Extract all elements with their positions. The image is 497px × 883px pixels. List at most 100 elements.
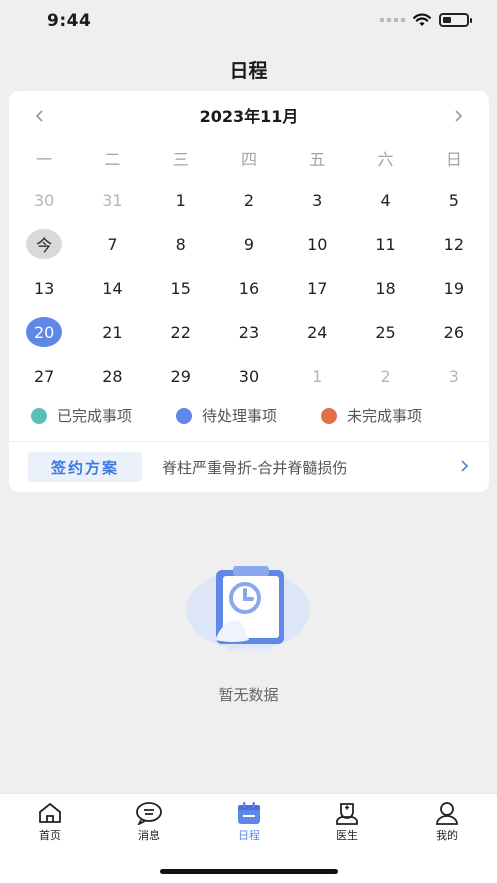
calendar-day-label: 9	[243, 234, 255, 254]
chevron-right-icon	[455, 110, 463, 122]
plan-tag: 签约方案	[28, 452, 142, 482]
tab-label: 首页	[39, 829, 61, 842]
calendar-day[interactable]: 7	[78, 222, 146, 266]
calendar-day[interactable]: 24	[283, 310, 351, 354]
weekday-label: 五	[309, 150, 326, 169]
calendar-day[interactable]: 18	[351, 266, 419, 310]
month-label: 2023年11月	[199, 107, 299, 126]
calendar-day[interactable]: 31	[78, 178, 146, 222]
calendar-day-label: 2	[380, 366, 391, 386]
calendar-week: 30 31 1 2 3 4 5	[10, 178, 488, 222]
calendar-week: 今 7 8 9 10 11 12	[10, 222, 488, 266]
calendar-day-label: 1	[175, 190, 186, 210]
calendar-day[interactable]: 29	[147, 354, 215, 398]
calendar-day-label: 14	[102, 278, 123, 298]
calendar-day[interactable]: 30	[215, 354, 283, 398]
calendar-day-label: 13	[33, 278, 55, 298]
tab-profile[interactable]: 我的	[417, 801, 477, 843]
calendar-day[interactable]: 15	[147, 266, 215, 310]
calendar-day[interactable]: 3	[283, 178, 351, 222]
calendar-day[interactable]: 10	[283, 222, 351, 266]
calendar-day-label: 8	[175, 234, 186, 254]
divider	[9, 441, 489, 442]
calendar-day-label: 2	[243, 190, 255, 210]
calendar-day[interactable]: 11	[351, 222, 419, 266]
calendar-day[interactable]: 30	[10, 178, 78, 222]
calendar-day[interactable]: 1	[147, 178, 215, 222]
tab-label: 消息	[138, 829, 160, 842]
calendar-day-label: 7	[107, 234, 118, 254]
calendar-day-label: 29	[170, 366, 191, 386]
legend-label: 未完成事项	[347, 407, 423, 425]
clipboard-clock-icon	[183, 560, 313, 660]
plan-text: 脊柱严重骨折-合并脊髓损伤	[162, 459, 348, 477]
cellular-signal-icon	[380, 18, 405, 22]
legend-completed: 已完成事项	[31, 405, 132, 426]
weekday-label: 一	[36, 150, 53, 169]
legend-dot	[321, 407, 338, 424]
weekday-label: 日	[445, 150, 462, 169]
calendar-day[interactable]: 13	[10, 266, 78, 310]
calendar-week: 27 28 29 30 1 2 3	[10, 354, 488, 398]
empty-state-text: 暂无数据	[218, 686, 279, 704]
legend-incomplete: 未完成事项	[321, 405, 422, 426]
calendar-day[interactable]: 9	[215, 222, 283, 266]
calendar-day-label: 20	[26, 317, 63, 347]
tab-label: 我的	[436, 829, 458, 842]
calendar-day[interactable]: 1	[283, 354, 351, 398]
tab-label: 医生	[336, 829, 358, 842]
calendar-day-label: 26	[443, 322, 464, 342]
tab-home[interactable]: 首页	[20, 801, 80, 843]
calendar-day-label: 24	[307, 322, 328, 342]
weekday-header: 一二三四五六日	[10, 146, 488, 170]
calendar-day-label: 1	[312, 366, 323, 386]
calendar-day[interactable]: 3	[420, 354, 488, 398]
calendar-day[interactable]: 22	[147, 310, 215, 354]
legend-label: 待处理事项	[202, 407, 278, 425]
calendar-day-label: 今	[26, 229, 63, 259]
calendar-day[interactable]: 8	[147, 222, 215, 266]
calendar-day-label: 5	[448, 190, 459, 210]
calendar-day[interactable]: 19	[420, 266, 488, 310]
legend-dot	[176, 407, 193, 424]
calendar-day[interactable]: 17	[283, 266, 351, 310]
calendar-day-selected[interactable]: 20	[10, 310, 78, 354]
calendar-day-label: 22	[170, 322, 191, 342]
calendar-day[interactable]: 4	[351, 178, 419, 222]
calendar-day[interactable]: 2	[351, 354, 419, 398]
calendar-day-label: 10	[307, 234, 328, 254]
calendar-day[interactable]: 14	[78, 266, 146, 310]
next-month-button[interactable]	[453, 105, 463, 131]
tab-schedule[interactable]: 日程	[219, 801, 279, 843]
calendar-day[interactable]: 16	[215, 266, 283, 310]
tab-doctor[interactable]: 医生	[317, 801, 377, 843]
calendar-day-label: 3	[448, 366, 459, 386]
tab-messages[interactable]: 消息	[119, 801, 179, 843]
wifi-icon	[413, 13, 431, 26]
calendar-day[interactable]: 5	[420, 178, 488, 222]
calendar-day[interactable]: 2	[215, 178, 283, 222]
calendar-day-today[interactable]: 今	[10, 222, 78, 266]
home-indicator	[160, 869, 338, 874]
calendar-day[interactable]: 25	[351, 310, 419, 354]
plan-row[interactable]: 签约方案 脊柱严重骨折-合并脊髓损伤	[9, 451, 489, 483]
calendar-day-label: 16	[238, 278, 260, 298]
legend-label: 已完成事项	[57, 407, 133, 425]
calendar-day[interactable]: 28	[78, 354, 146, 398]
doctor-icon	[336, 803, 358, 825]
legend-dot	[31, 407, 47, 424]
calendar-day[interactable]: 12	[420, 222, 488, 266]
calendar-day[interactable]: 21	[78, 310, 146, 354]
calendar-day-label: 30	[238, 366, 260, 386]
calendar-day-label: 4	[380, 190, 391, 210]
calendar-day[interactable]: 27	[10, 354, 78, 398]
calendar-day[interactable]: 23	[215, 310, 283, 354]
calendar-day-label: 30	[33, 190, 55, 210]
weekday-label: 二	[104, 150, 121, 169]
month-nav: 2023年11月	[9, 105, 489, 129]
calendar-day[interactable]: 26	[420, 310, 488, 354]
calendar-day-label: 21	[102, 322, 123, 342]
calendar-day-label: 25	[375, 322, 396, 342]
weekday-label: 六	[377, 150, 394, 169]
tab-label: 日程	[238, 829, 260, 842]
